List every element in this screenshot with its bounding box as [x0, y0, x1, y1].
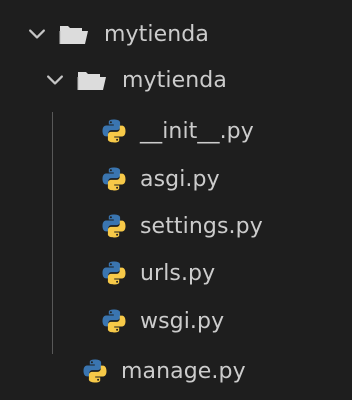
chevron-down-icon[interactable] [44, 69, 66, 91]
python-file-icon [101, 260, 127, 286]
tree-file-init[interactable]: __init__.py [101, 108, 254, 154]
tree-item-label: settings.py [140, 213, 263, 239]
folder-open-icon [58, 22, 90, 46]
tree-file-manage[interactable]: manage.py [82, 348, 246, 394]
tree-folder-mytienda-root[interactable]: mytienda [26, 11, 209, 57]
tree-file-wsgi[interactable]: wsgi.py [101, 298, 224, 344]
python-file-icon [101, 213, 127, 239]
tree-item-label: asgi.py [140, 166, 220, 192]
tree-folder-mytienda-sub[interactable]: mytienda [44, 57, 227, 103]
tree-item-label: urls.py [140, 260, 216, 286]
explorer-panel: mytienda mytienda __init__.py asgi.py se… [0, 0, 354, 400]
python-file-icon [101, 118, 127, 144]
tree-item-label: mytienda [104, 21, 209, 47]
file-tree: mytienda mytienda __init__.py asgi.py se… [0, 0, 352, 400]
indent-guide [52, 112, 53, 354]
tree-file-settings[interactable]: settings.py [101, 203, 263, 249]
python-file-icon [101, 166, 127, 192]
tree-file-asgi[interactable]: asgi.py [101, 156, 220, 202]
python-file-icon [82, 358, 108, 384]
python-file-icon [101, 308, 127, 334]
folder-open-icon [76, 68, 108, 92]
tree-file-urls[interactable]: urls.py [101, 250, 215, 296]
tree-item-label: manage.py [121, 358, 246, 384]
tree-item-label: __init__.py [140, 118, 254, 144]
tree-item-label: wsgi.py [140, 308, 225, 334]
tree-item-label: mytienda [122, 67, 227, 93]
chevron-down-icon[interactable] [26, 23, 48, 45]
